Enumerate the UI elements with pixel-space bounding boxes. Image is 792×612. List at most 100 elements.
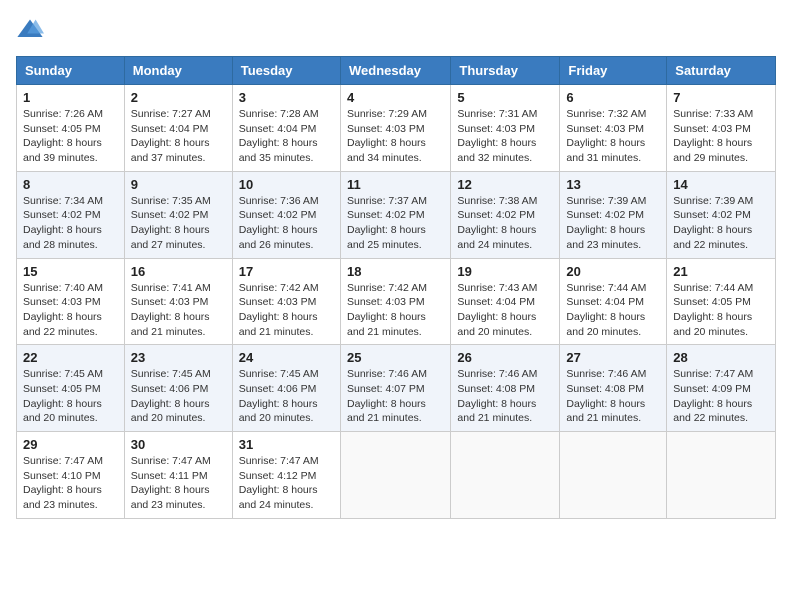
day-info: Sunrise: 7:45 AMSunset: 4:05 PMDaylight:… bbox=[23, 367, 118, 426]
day-number: 31 bbox=[239, 437, 334, 452]
calendar-day-cell bbox=[560, 432, 667, 519]
calendar-day-cell: 15 Sunrise: 7:40 AMSunset: 4:03 PMDayligh… bbox=[17, 258, 125, 345]
calendar-week-row: 29 Sunrise: 7:47 AMSunset: 4:10 PMDayligh… bbox=[17, 432, 776, 519]
day-info: Sunrise: 7:47 AMSunset: 4:10 PMDaylight:… bbox=[23, 454, 118, 513]
day-number: 27 bbox=[566, 350, 660, 365]
weekday-header-cell: Saturday bbox=[667, 57, 776, 85]
day-info: Sunrise: 7:42 AMSunset: 4:03 PMDaylight:… bbox=[347, 281, 444, 340]
page-header bbox=[16, 16, 776, 44]
weekday-header-cell: Monday bbox=[124, 57, 232, 85]
calendar-day-cell: 8 Sunrise: 7:34 AMSunset: 4:02 PMDaylight… bbox=[17, 171, 125, 258]
day-number: 1 bbox=[23, 90, 118, 105]
calendar-day-cell: 6Sunrise: 7:32 AMSunset: 4:03 PMDaylight… bbox=[560, 85, 667, 172]
day-number: 4 bbox=[347, 90, 444, 105]
calendar-day-cell: 23 Sunrise: 7:45 AMSunset: 4:06 PMDayligh… bbox=[124, 345, 232, 432]
weekday-header-cell: Friday bbox=[560, 57, 667, 85]
day-number: 19 bbox=[457, 264, 553, 279]
calendar-day-cell: 3Sunrise: 7:28 AMSunset: 4:04 PMDaylight… bbox=[232, 85, 340, 172]
day-number: 25 bbox=[347, 350, 444, 365]
calendar-day-cell: 26 Sunrise: 7:46 AMSunset: 4:08 PMDayligh… bbox=[451, 345, 560, 432]
logo bbox=[16, 16, 48, 44]
day-number: 11 bbox=[347, 177, 444, 192]
day-info: Sunrise: 7:39 AMSunset: 4:02 PMDaylight:… bbox=[673, 194, 769, 253]
day-number: 30 bbox=[131, 437, 226, 452]
day-info: Sunrise: 7:31 AMSunset: 4:03 PMDaylight:… bbox=[457, 107, 553, 166]
day-number: 8 bbox=[23, 177, 118, 192]
day-number: 28 bbox=[673, 350, 769, 365]
calendar-day-cell: 7 Sunrise: 7:33 AMSunset: 4:03 PMDaylight… bbox=[667, 85, 776, 172]
calendar-day-cell: 30 Sunrise: 7:47 AMSunset: 4:11 PMDayligh… bbox=[124, 432, 232, 519]
calendar-day-cell: 19 Sunrise: 7:43 AMSunset: 4:04 PMDayligh… bbox=[451, 258, 560, 345]
calendar-day-cell: 21Sunrise: 7:44 AMSunset: 4:05 PMDayligh… bbox=[667, 258, 776, 345]
calendar-day-cell: 31 Sunrise: 7:47 AMSunset: 4:12 PMDayligh… bbox=[232, 432, 340, 519]
day-info: Sunrise: 7:33 AMSunset: 4:03 PMDaylight:… bbox=[673, 107, 769, 166]
calendar-day-cell: 14 Sunrise: 7:39 AMSunset: 4:02 PMDayligh… bbox=[667, 171, 776, 258]
day-info: Sunrise: 7:43 AMSunset: 4:04 PMDaylight:… bbox=[457, 281, 553, 340]
weekday-header-cell: Thursday bbox=[451, 57, 560, 85]
day-number: 22 bbox=[23, 350, 118, 365]
calendar-day-cell: 10 Sunrise: 7:36 AMSunset: 4:02 PMDayligh… bbox=[232, 171, 340, 258]
calendar-week-row: 15 Sunrise: 7:40 AMSunset: 4:03 PMDayligh… bbox=[17, 258, 776, 345]
day-info: Sunrise: 7:45 AMSunset: 4:06 PMDaylight:… bbox=[131, 367, 226, 426]
day-info: Sunrise: 7:38 AMSunset: 4:02 PMDaylight:… bbox=[457, 194, 553, 253]
calendar-day-cell: 27 Sunrise: 7:46 AMSunset: 4:08 PMDayligh… bbox=[560, 345, 667, 432]
day-number: 10 bbox=[239, 177, 334, 192]
calendar-day-cell: 25 Sunrise: 7:46 AMSunset: 4:07 PMDayligh… bbox=[340, 345, 450, 432]
calendar-day-cell: 20 Sunrise: 7:44 AMSunset: 4:04 PMDayligh… bbox=[560, 258, 667, 345]
calendar-day-cell: 4 Sunrise: 7:29 AMSunset: 4:03 PMDaylight… bbox=[340, 85, 450, 172]
calendar-day-cell: 12Sunrise: 7:38 AMSunset: 4:02 PMDayligh… bbox=[451, 171, 560, 258]
day-info: Sunrise: 7:46 AMSunset: 4:08 PMDaylight:… bbox=[566, 367, 660, 426]
day-number: 15 bbox=[23, 264, 118, 279]
day-info: Sunrise: 7:45 AMSunset: 4:06 PMDaylight:… bbox=[239, 367, 334, 426]
calendar-header-row: SundayMondayTuesdayWednesdayThursdayFrid… bbox=[17, 57, 776, 85]
day-info: Sunrise: 7:42 AMSunset: 4:03 PMDaylight:… bbox=[239, 281, 334, 340]
calendar-day-cell bbox=[451, 432, 560, 519]
weekday-header-cell: Wednesday bbox=[340, 57, 450, 85]
day-info: Sunrise: 7:26 AMSunset: 4:05 PMDaylight:… bbox=[23, 107, 118, 166]
day-info: Sunrise: 7:44 AMSunset: 4:04 PMDaylight:… bbox=[566, 281, 660, 340]
day-number: 16 bbox=[131, 264, 226, 279]
day-number: 2 bbox=[131, 90, 226, 105]
calendar-day-cell: 28Sunrise: 7:47 AMSunset: 4:09 PMDayligh… bbox=[667, 345, 776, 432]
calendar-day-cell: 9Sunrise: 7:35 AMSunset: 4:02 PMDaylight… bbox=[124, 171, 232, 258]
day-number: 24 bbox=[239, 350, 334, 365]
day-number: 29 bbox=[23, 437, 118, 452]
day-info: Sunrise: 7:36 AMSunset: 4:02 PMDaylight:… bbox=[239, 194, 334, 253]
day-number: 14 bbox=[673, 177, 769, 192]
logo-icon bbox=[16, 16, 44, 44]
calendar-day-cell: 24 Sunrise: 7:45 AMSunset: 4:06 PMDayligh… bbox=[232, 345, 340, 432]
calendar-week-row: 22 Sunrise: 7:45 AMSunset: 4:05 PMDayligh… bbox=[17, 345, 776, 432]
day-number: 5 bbox=[457, 90, 553, 105]
day-info: Sunrise: 7:47 AMSunset: 4:12 PMDaylight:… bbox=[239, 454, 334, 513]
day-info: Sunrise: 7:37 AMSunset: 4:02 PMDaylight:… bbox=[347, 194, 444, 253]
calendar-day-cell: 17 Sunrise: 7:42 AMSunset: 4:03 PMDayligh… bbox=[232, 258, 340, 345]
calendar-day-cell: 18Sunrise: 7:42 AMSunset: 4:03 PMDayligh… bbox=[340, 258, 450, 345]
day-info: Sunrise: 7:27 AMSunset: 4:04 PMDaylight:… bbox=[131, 107, 226, 166]
day-number: 13 bbox=[566, 177, 660, 192]
calendar-day-cell: 1 Sunrise: 7:26 AMSunset: 4:05 PMDaylight… bbox=[17, 85, 125, 172]
day-info: Sunrise: 7:39 AMSunset: 4:02 PMDaylight:… bbox=[566, 194, 660, 253]
weekday-header-cell: Tuesday bbox=[232, 57, 340, 85]
weekday-header-cell: Sunday bbox=[17, 57, 125, 85]
day-info: Sunrise: 7:34 AMSunset: 4:02 PMDaylight:… bbox=[23, 194, 118, 253]
day-number: 7 bbox=[673, 90, 769, 105]
day-info: Sunrise: 7:46 AMSunset: 4:07 PMDaylight:… bbox=[347, 367, 444, 426]
day-number: 20 bbox=[566, 264, 660, 279]
day-number: 23 bbox=[131, 350, 226, 365]
calendar-day-cell: 2 Sunrise: 7:27 AMSunset: 4:04 PMDaylight… bbox=[124, 85, 232, 172]
day-info: Sunrise: 7:40 AMSunset: 4:03 PMDaylight:… bbox=[23, 281, 118, 340]
day-info: Sunrise: 7:47 AMSunset: 4:11 PMDaylight:… bbox=[131, 454, 226, 513]
day-info: Sunrise: 7:29 AMSunset: 4:03 PMDaylight:… bbox=[347, 107, 444, 166]
calendar-day-cell bbox=[340, 432, 450, 519]
day-info: Sunrise: 7:44 AMSunset: 4:05 PMDaylight:… bbox=[673, 281, 769, 340]
day-info: Sunrise: 7:46 AMSunset: 4:08 PMDaylight:… bbox=[457, 367, 553, 426]
day-number: 17 bbox=[239, 264, 334, 279]
calendar-day-cell bbox=[667, 432, 776, 519]
day-number: 26 bbox=[457, 350, 553, 365]
calendar-day-cell: 16 Sunrise: 7:41 AMSunset: 4:03 PMDayligh… bbox=[124, 258, 232, 345]
calendar-day-cell: 22 Sunrise: 7:45 AMSunset: 4:05 PMDayligh… bbox=[17, 345, 125, 432]
calendar-day-cell: 11 Sunrise: 7:37 AMSunset: 4:02 PMDayligh… bbox=[340, 171, 450, 258]
day-number: 9 bbox=[131, 177, 226, 192]
calendar-table: SundayMondayTuesdayWednesdayThursdayFrid… bbox=[16, 56, 776, 519]
day-info: Sunrise: 7:41 AMSunset: 4:03 PMDaylight:… bbox=[131, 281, 226, 340]
